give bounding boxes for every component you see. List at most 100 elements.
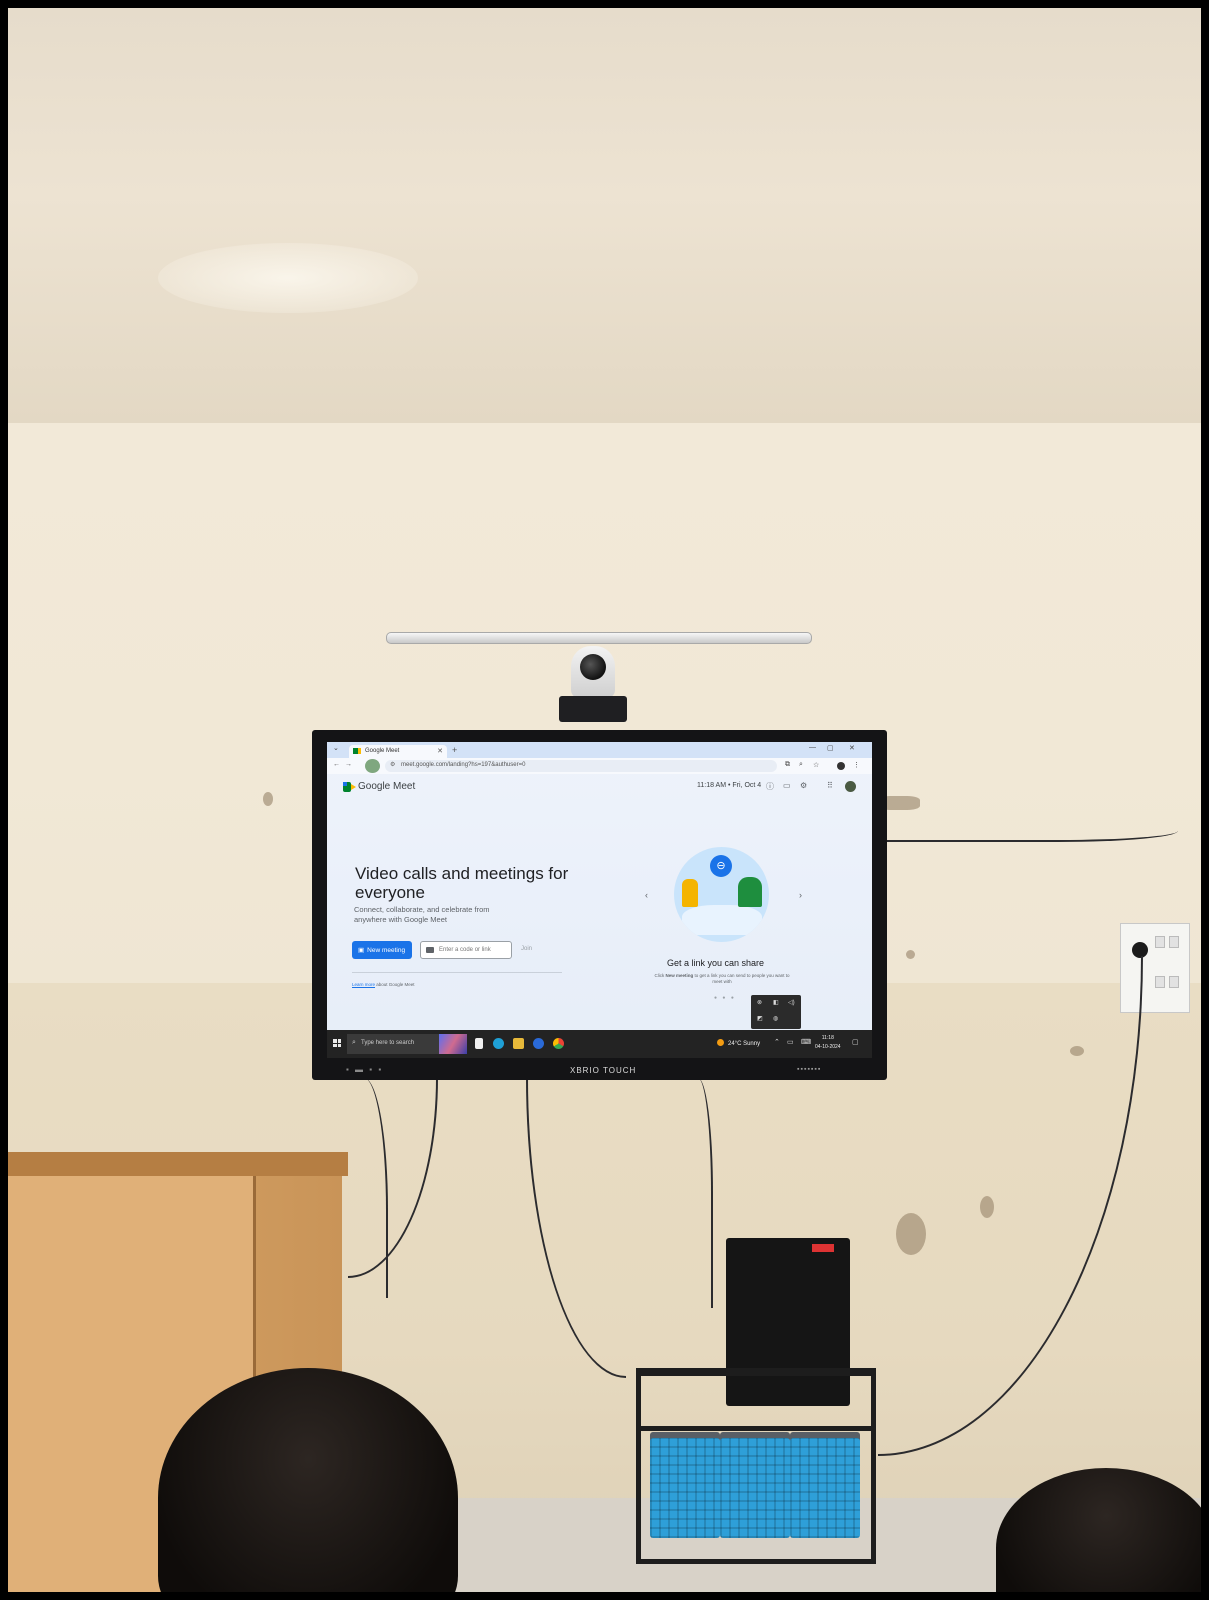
reload-icon[interactable] <box>365 759 380 773</box>
learn-more-rest: about Google Meet <box>376 982 415 987</box>
new-meeting-label: New meeting <box>367 947 406 954</box>
battery <box>650 1438 720 1538</box>
tray-app-icon[interactable]: ◧ <box>773 999 779 1006</box>
help-icon[interactable]: ⓘ <box>766 781 774 792</box>
clock-time: 11:18 <box>821 1035 834 1041</box>
illustration-table <box>682 905 762 935</box>
join-button[interactable]: Join <box>521 946 532 952</box>
tray-overflow-popup: ⊗ ◧ ◁) ◩ ◍ <box>751 995 801 1029</box>
taskbar-search-input[interactable]: ⌕ Type here to search <box>347 1034 439 1054</box>
meeting-code-input[interactable]: Enter a code or link <box>420 941 512 959</box>
tube-light <box>386 632 812 644</box>
display-screen: ⌄ Google Meet ✕ + — ▢ ✕ ← → ⚙ meet.googl… <box>327 742 872 1058</box>
keyboard-icon <box>426 947 434 953</box>
hero-subtitle: Connect, collaborate, and celebrate from… <box>354 905 490 924</box>
camera-mount <box>559 696 627 722</box>
notifications-icon[interactable]: ▢ <box>852 1038 859 1046</box>
forward-icon[interactable]: → <box>345 761 352 768</box>
chevron-up-icon[interactable]: ⌃ <box>774 1038 780 1046</box>
taskbar-clock[interactable]: 11:18 04-10-2024 <box>815 1034 841 1052</box>
meet-favicon-icon <box>353 748 361 754</box>
clock-date: 04-10-2024 <box>815 1044 841 1050</box>
network-icon[interactable]: ▭ <box>787 1038 794 1046</box>
brand-name: Google Meet <box>358 781 416 792</box>
windows-start-icon[interactable] <box>333 1039 341 1047</box>
tray-app-icon[interactable]: ◍ <box>773 1015 778 1022</box>
feedback-icon[interactable]: ▭ <box>783 781 791 790</box>
back-icon[interactable]: ← <box>333 761 340 768</box>
browser-tab-bar: ⌄ Google Meet ✕ + — ▢ ✕ <box>327 742 872 758</box>
carousel-dots[interactable]: ● ● ● <box>714 995 736 1001</box>
tray-app-icon[interactable]: ◩ <box>757 1015 763 1022</box>
google-meet-logo-icon <box>343 782 356 792</box>
minimize-icon[interactable]: — <box>809 744 816 751</box>
meet-header: Google Meet 11:18 AM • Fri, Oct 4 ⓘ ▭ ⚙ … <box>327 774 872 800</box>
close-window-icon[interactable]: ✕ <box>849 744 855 752</box>
account-avatar[interactable] <box>845 781 856 792</box>
maximize-icon[interactable]: ▢ <box>827 744 834 752</box>
hero-title: Video calls and meetings for everyone <box>355 864 569 902</box>
divider <box>352 972 562 973</box>
display-ports: ▪ ▬ ▪ ▪ <box>346 1065 384 1074</box>
settings-gear-icon[interactable]: ⚙ <box>800 781 807 790</box>
ceiling-glow <box>158 243 418 313</box>
apps-grid-icon[interactable]: ⠿ <box>827 781 833 790</box>
new-tab-icon[interactable]: + <box>452 745 457 755</box>
sun-icon <box>717 1039 724 1046</box>
site-info-icon[interactable]: ⚙ <box>390 761 395 768</box>
app-icon[interactable] <box>533 1038 544 1049</box>
carousel-illustration: ⊖ <box>674 847 769 942</box>
switch <box>1169 936 1179 948</box>
cable <box>683 1078 713 1308</box>
display-brand: XBRIO TOUCH <box>570 1066 637 1075</box>
tab-search-icon[interactable]: ⌄ <box>333 744 339 752</box>
keyboard-tray-icon[interactable]: ⌨ <box>801 1038 811 1046</box>
search-icon: ⌕ <box>352 1039 356 1046</box>
menu-kebab-icon[interactable]: ⋮ <box>853 761 860 769</box>
illustration-person <box>738 877 762 907</box>
tray-app-icon[interactable]: ⊗ <box>757 999 762 1006</box>
cable <box>878 814 1178 842</box>
weather-widget[interactable]: 24°C Sunny <box>717 1039 760 1047</box>
meeting-code-placeholder: Enter a code or link <box>439 947 491 953</box>
url-text: meet.google.com/landing?hs=197&authuser=… <box>401 762 526 768</box>
battery <box>720 1438 790 1538</box>
address-bar[interactable]: ⚙ meet.google.com/landing?hs=197&authuse… <box>385 760 777 772</box>
ceiling <box>8 8 1201 423</box>
learn-more-link[interactable]: Learn more <box>352 982 375 987</box>
video-camera-icon: ▣ <box>358 947 365 954</box>
camera-lens <box>580 654 606 680</box>
file-explorer-icon[interactable] <box>513 1038 524 1049</box>
date-time: 11:18 AM • Fri, Oct 4 <box>697 782 762 789</box>
carousel-next-icon[interactable]: › <box>799 890 802 900</box>
wall-mark <box>263 792 273 806</box>
link-icon: ⊖ <box>710 855 732 877</box>
carousel-prev-icon[interactable]: ‹ <box>645 890 648 900</box>
bookmark-star-icon[interactable]: ☆ <box>813 761 819 769</box>
switch <box>1155 976 1165 988</box>
new-meeting-button[interactable]: ▣ New meeting <box>352 941 412 959</box>
zoom-icon[interactable]: ⌕ <box>799 761 803 769</box>
ups-label <box>812 1244 834 1252</box>
battery <box>790 1438 860 1538</box>
tab-title: Google Meet <box>365 748 400 754</box>
profile-icon[interactable] <box>837 762 845 770</box>
cast-icon[interactable]: ⧉ <box>785 761 790 769</box>
file-icon[interactable] <box>475 1038 483 1049</box>
weather-text: 24°C Sunny <box>728 1041 761 1047</box>
edge-icon[interactable] <box>493 1038 504 1049</box>
search-highlight-image <box>439 1034 467 1054</box>
taskbar-search-placeholder: Type here to search <box>361 1040 415 1046</box>
carousel-description: Click New meeting to get a link you can … <box>654 973 790 984</box>
illustration-person <box>682 879 698 907</box>
close-tab-icon[interactable]: ✕ <box>437 747 443 755</box>
chrome-icon[interactable] <box>553 1038 564 1049</box>
switch <box>1169 976 1179 988</box>
browser-toolbar: ← → ⚙ meet.google.com/landing?hs=197&aut… <box>327 758 872 774</box>
tray-volume-icon[interactable]: ◁) <box>788 999 795 1006</box>
shelf-bar <box>636 1426 876 1431</box>
carousel-title: Get a link you can share <box>667 958 765 968</box>
tab-google-meet[interactable]: Google Meet ✕ <box>349 745 447 758</box>
cabinet-top <box>8 1152 348 1176</box>
classroom-photo: ⌄ Google Meet ✕ + — ▢ ✕ ← → ⚙ meet.googl… <box>8 8 1201 1592</box>
